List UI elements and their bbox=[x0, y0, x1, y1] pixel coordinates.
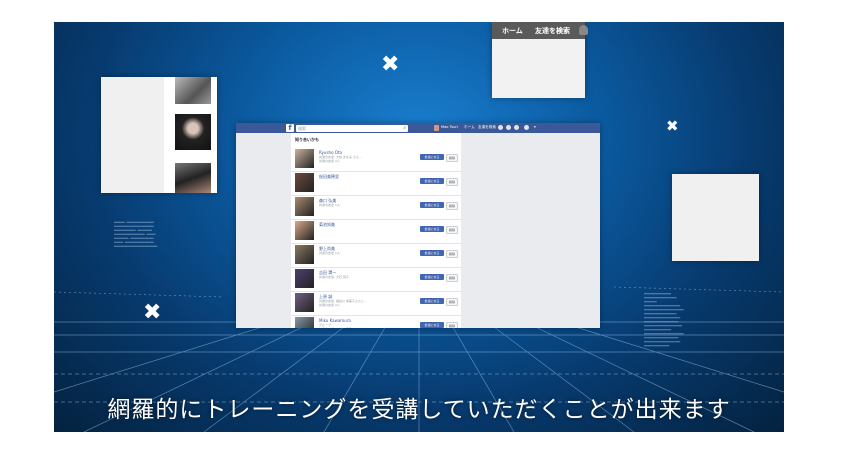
search-placeholder: 検索 bbox=[298, 125, 306, 131]
avatar[interactable] bbox=[295, 173, 314, 192]
remove-button[interactable]: 削除 bbox=[446, 202, 458, 210]
video-stage: ✖ ✖ ✖ ホーム 友達を検索 ━━━━━━━━━━━━━━━━━━━━━━━━… bbox=[54, 22, 784, 432]
top-nav-bar: ホーム 友達を検索 bbox=[492, 22, 588, 39]
avatar[interactable] bbox=[295, 245, 314, 264]
photo-thumbnail bbox=[175, 77, 211, 104]
remove-button[interactable]: 削除 bbox=[446, 322, 458, 328]
close-icon: ✖ bbox=[666, 117, 679, 135]
code-fragment: ━━━━━━━━━━━━━━━ ━━━━━━━━━━━━━━━━━━ ━━━━━… bbox=[644, 292, 684, 348]
nav-home-link[interactable]: ホーム bbox=[502, 26, 523, 36]
mutual-friends-text: 共通の友達 1人 bbox=[319, 203, 340, 207]
people-you-may-know-panel: 知り合いかも Ryusho Ota 共通の友達: 大谷 まなみ さん… 共通の友達 … bbox=[291, 133, 461, 328]
video-caption: 網羅的にトレーニングを受講していただくことが出来ます bbox=[107, 397, 731, 423]
facebook-top-bar: f 検索 ⌕ Mao Tsuri ホーム 友達を検索 ▾ bbox=[236, 123, 600, 133]
mutual-friends-count: 共通の友達 2人 bbox=[319, 159, 340, 163]
profile-icon[interactable] bbox=[579, 25, 588, 35]
add-friend-button[interactable]: 友達になる bbox=[420, 322, 444, 328]
close-icon: ✖ bbox=[143, 300, 162, 325]
add-friend-button[interactable]: 友達になる bbox=[420, 250, 444, 256]
messages-icon[interactable] bbox=[506, 125, 511, 130]
photo-thumbnail bbox=[175, 163, 211, 193]
list-item: 吉田 潤一 共通の友達: 大石 潤子 友達になる 削除 bbox=[291, 267, 461, 292]
list-item: Miku Kawamuraグループ共通の友達: 吉村 友里子友達になる削除 bbox=[291, 315, 461, 328]
chevron-down-icon[interactable]: ▾ bbox=[534, 125, 536, 129]
add-friend-button[interactable]: 友達になる bbox=[420, 154, 444, 160]
remove-button[interactable]: 削除 bbox=[446, 298, 458, 306]
photo-thumbnail bbox=[175, 114, 211, 150]
avatar[interactable] bbox=[295, 317, 314, 328]
nav-user-link[interactable]: Mao Tsuri bbox=[441, 125, 458, 129]
remove-button[interactable]: 削除 bbox=[446, 226, 458, 234]
list-item: 桜田美穂里友達になる 削除 bbox=[291, 171, 461, 196]
code-fragment: ━━━━━━━━━━━━━━━━━━━━━━━━ ━━━━━ ━━━━━━━━━… bbox=[114, 220, 158, 248]
nav-home-link[interactable]: ホーム bbox=[464, 125, 475, 130]
left-floating-panel bbox=[101, 77, 217, 193]
avatar[interactable] bbox=[295, 221, 314, 240]
add-friend-button[interactable]: 友達になる bbox=[420, 298, 444, 304]
friend-requests-icon[interactable] bbox=[498, 125, 503, 130]
person-name[interactable]: 桜田美穂里 bbox=[319, 174, 339, 180]
mutual-friends-count: 共通の友達 2人 bbox=[319, 303, 340, 307]
person-name[interactable]: 菊池知美 bbox=[319, 222, 335, 228]
list-item: Ryusho Ota 共通の友達: 大谷 まなみ さん… 共通の友達 2人 友達になる… bbox=[291, 147, 461, 172]
nav-find-friends-link[interactable]: 友達を検索 bbox=[535, 26, 570, 36]
list-item: 上原 誠共通の友達: 長谷川 寿美子さんと… 共通の友達 2人 友達になる 削除 bbox=[291, 291, 461, 316]
remove-button[interactable]: 削除 bbox=[446, 250, 458, 258]
notifications-icon[interactable] bbox=[514, 125, 519, 130]
avatar[interactable] bbox=[295, 269, 314, 288]
avatar[interactable] bbox=[295, 149, 314, 168]
photo-strip bbox=[164, 77, 217, 193]
add-friend-button[interactable]: 友達になる bbox=[420, 202, 444, 208]
facebook-logo-icon[interactable]: f bbox=[286, 124, 294, 132]
add-friend-button[interactable]: 友達になる bbox=[420, 226, 444, 232]
avatar[interactable] bbox=[434, 125, 439, 131]
search-icon[interactable]: ⌕ bbox=[403, 125, 406, 131]
top-right-window: ホーム 友達を検索 bbox=[492, 22, 588, 98]
avatar[interactable] bbox=[295, 293, 314, 312]
list-item: 菊池知美友達になる 削除 bbox=[291, 219, 461, 244]
remove-button[interactable]: 削除 bbox=[446, 154, 458, 162]
search-input[interactable]: 検索 ⌕ bbox=[296, 124, 408, 132]
section-title: 知り合いかも bbox=[295, 137, 319, 142]
remove-button[interactable]: 削除 bbox=[446, 274, 458, 282]
facebook-window: f 検索 ⌕ Mao Tsuri ホーム 友達を検索 ▾ 知り合いかも Ryus… bbox=[236, 123, 600, 328]
right-floating-panel bbox=[672, 174, 759, 261]
remove-button[interactable]: 削除 bbox=[446, 178, 458, 186]
mutual-friends-text: 共通の友達: 大石 潤子 bbox=[319, 275, 349, 279]
mutual-friends-count: 共通の友達: 吉村 友里子 bbox=[319, 327, 352, 328]
close-icon: ✖ bbox=[381, 52, 400, 77]
nav-find-friends-link[interactable]: 友達を検索 bbox=[478, 125, 496, 130]
add-friend-button[interactable]: 友達になる bbox=[420, 178, 444, 184]
avatar[interactable] bbox=[295, 197, 314, 216]
list-item: 森口 弘美 共通の友達 1人 友達になる 削除 bbox=[291, 195, 461, 220]
mutual-friends-text: 共通の友達 1人 bbox=[319, 251, 340, 255]
list-item: 野上尚美 共通の友達 1人 友達になる 削除 bbox=[291, 243, 461, 268]
help-icon[interactable] bbox=[524, 125, 529, 130]
add-friend-button[interactable]: 友達になる bbox=[420, 274, 444, 280]
